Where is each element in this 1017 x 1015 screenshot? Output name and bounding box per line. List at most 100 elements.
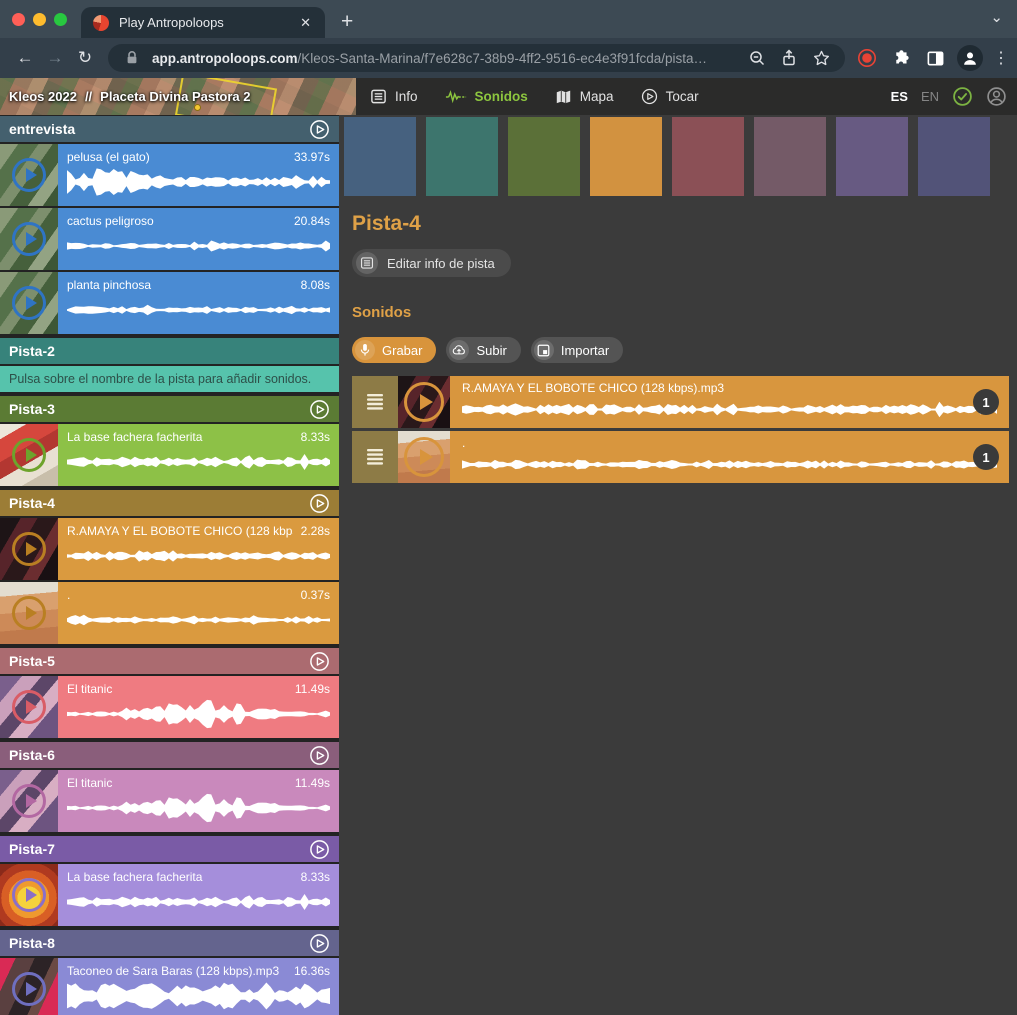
sidebar-sound-item[interactable]: El titanic11.49s [0,676,339,738]
record-button[interactable]: Grabar [352,337,436,363]
sidebar-sound-item[interactable]: La base fachera facherita8.33s [0,424,339,486]
track-play-button[interactable] [309,745,330,766]
sidebar-sound-item[interactable]: La base fachera facherita8.33s [0,864,339,926]
reload-button[interactable]: ↻ [70,48,100,68]
sidebar-sound-item[interactable]: .0.37s [0,582,339,644]
upload-button[interactable]: Subir [446,337,520,363]
track-color-swatch-5[interactable] [672,117,744,196]
track-play-button[interactable] [309,399,330,420]
sound-thumbnail[interactable] [0,770,58,832]
play-overlay-icon[interactable] [12,438,46,472]
sound-thumbnail[interactable] [0,958,58,1015]
import-button[interactable]: Importar [531,337,623,363]
sidebar-track-pista-8: Pista-8Taconeo de Sara Baras (128 kbps).… [0,930,339,1015]
track-header-pista-6[interactable]: Pista-6 [0,742,339,768]
play-overlay-icon[interactable] [404,437,444,477]
sidebar-sound-item[interactable]: El titanic11.49s [0,770,339,832]
play-overlay-icon[interactable] [12,972,46,1006]
track-play-button[interactable] [309,493,330,514]
play-overlay-icon[interactable] [12,596,46,630]
side-panel-icon[interactable] [923,49,947,68]
drag-handle[interactable] [352,431,398,483]
sidebar-sound-item[interactable]: Taconeo de Sara Baras (128 kbps).mp316.3… [0,958,339,1015]
profile-avatar[interactable] [957,45,983,71]
sound-thumbnail[interactable] [0,676,58,738]
play-overlay-icon[interactable] [404,382,444,422]
track-header-pista-8[interactable]: Pista-8 [0,930,339,956]
sound-action-buttons: Grabar Subir Importar [352,337,1017,363]
sound-thumbnail[interactable] [0,272,58,334]
track-play-button[interactable] [309,839,330,860]
new-tab-button[interactable]: + [341,10,353,34]
drag-handle[interactable] [352,376,398,428]
play-overlay-icon[interactable] [12,158,46,192]
play-overlay-icon[interactable] [12,878,46,912]
window-minimize-button[interactable] [33,13,46,26]
tab-title: Play Antropoloops [119,15,298,30]
track-header-pista-4[interactable]: Pista-4 [0,490,339,516]
breadcrumb[interactable]: Kleos 2022 // Placeta Divina Pastora 2 [9,78,250,115]
track-header-pista-3[interactable]: Pista-3 [0,396,339,422]
window-close-button[interactable] [12,13,25,26]
address-bar[interactable]: app.antropoloops.com/Kleos-Santa-Marina/… [108,44,845,72]
track-color-swatch-1[interactable] [344,117,416,196]
nav-item-tocar[interactable]: Tocar [641,88,699,105]
zoom-out-icon[interactable] [745,49,769,67]
app-nav: Info Sonidos Mapa Tocar [370,88,699,105]
track-header-pista-5[interactable]: Pista-5 [0,648,339,674]
extensions-puzzle-icon[interactable] [889,49,913,68]
track-color-swatch-7[interactable] [836,117,908,196]
browser-menu-icon[interactable]: ⋮ [993,48,1007,68]
sound-row[interactable]: .1 [352,431,1009,483]
track-play-button[interactable] [309,933,330,954]
sound-thumbnail[interactable] [0,518,58,580]
track-header-entrevista[interactable]: entrevista [0,116,339,142]
track-color-swatch-4[interactable] [590,117,662,196]
play-overlay-icon[interactable] [12,286,46,320]
sound-title: pelusa (el gato) [67,150,286,164]
play-overlay-icon[interactable] [12,222,46,256]
sidebar-sound-item[interactable]: cactus peligroso20.84s [0,208,339,270]
tab-search-chevron-icon[interactable]: ⌄ [990,8,1003,26]
play-overlay-icon[interactable] [12,532,46,566]
record-extension-icon[interactable] [855,48,879,68]
sound-thumbnail[interactable] [0,582,58,644]
account-icon[interactable] [986,86,1007,107]
sidebar-sound-item[interactable]: planta pinchosa8.08s [0,272,339,334]
share-icon[interactable] [777,49,801,67]
nav-item-mapa[interactable]: Mapa [555,89,614,105]
bookmark-star-icon[interactable] [809,49,833,68]
track-header-pista-7[interactable]: Pista-7 [0,836,339,862]
sound-thumbnail[interactable] [0,424,58,486]
selected-track-title: Pista-4 [352,212,1017,236]
track-play-button[interactable] [309,119,330,140]
edit-track-info-button[interactable]: Editar info de pista [352,249,511,277]
sidebar-sound-item[interactable]: R.AMAYA Y EL BOBOTE CHICO (128 kbps)....… [0,518,339,580]
lang-en[interactable]: EN [921,89,939,104]
sound-thumbnail[interactable] [0,144,58,206]
sound-thumbnail[interactable] [398,431,450,483]
tab-close-icon[interactable]: ✕ [298,15,313,31]
sound-thumbnail[interactable] [398,376,450,428]
sound-row[interactable]: R.AMAYA Y EL BOBOTE CHICO (128 kbps).mp3… [352,376,1009,428]
track-header-pista-2[interactable]: Pista-2 [0,338,339,364]
window-zoom-button[interactable] [54,13,67,26]
play-overlay-icon[interactable] [12,690,46,724]
forward-button[interactable]: → [40,48,70,68]
back-button[interactable]: ← [10,48,40,68]
track-color-swatch-6[interactable] [754,117,826,196]
sidebar-sound-item[interactable]: pelusa (el gato)33.97s [0,144,339,206]
track-color-swatch-3[interactable] [508,117,580,196]
breadcrumb-project[interactable]: Kleos 2022 [9,89,77,104]
sound-waveform [67,541,330,571]
sound-thumbnail[interactable] [0,864,58,926]
track-color-swatch-2[interactable] [426,117,498,196]
sound-thumbnail[interactable] [0,208,58,270]
nav-item-sonidos[interactable]: Sonidos [445,89,528,105]
browser-tab[interactable]: Play Antropoloops ✕ [81,7,325,38]
play-overlay-icon[interactable] [12,784,46,818]
track-play-button[interactable] [309,651,330,672]
nav-item-info[interactable]: Info [370,88,418,105]
lang-es[interactable]: ES [891,89,908,104]
track-color-swatch-8[interactable] [918,117,990,196]
